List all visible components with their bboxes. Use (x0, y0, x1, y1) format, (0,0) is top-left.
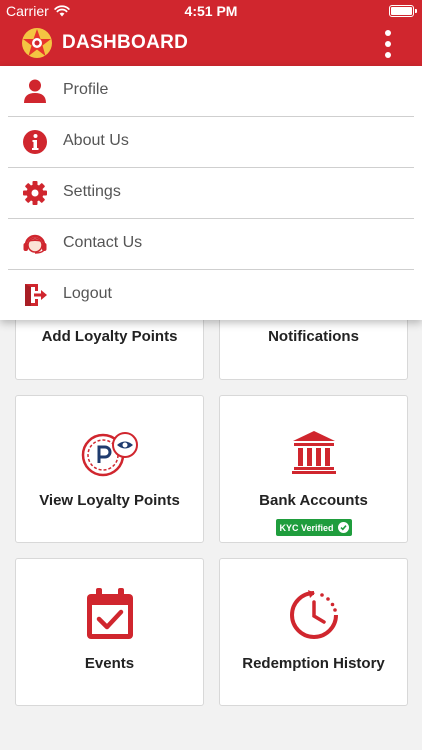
check-circle-icon (337, 522, 349, 533)
clock-history-icon (290, 590, 338, 639)
kyc-badge-label: KYC Verified (279, 522, 334, 533)
more-options-icon[interactable] (384, 30, 392, 58)
menu-item-label: About Us (63, 132, 129, 149)
kyc-verified-badge: KYC Verified (276, 519, 352, 536)
menu-item-label: Settings (63, 183, 121, 200)
card-label: Notifications (268, 328, 359, 345)
bank-accounts-card[interactable]: Bank Accounts KYC Verified (219, 395, 408, 543)
overflow-menu: Profile About Us Settings Contact Us Log… (0, 66, 422, 320)
status-bar: Carrier 4:51 PM (0, 0, 422, 22)
info-icon (23, 130, 47, 154)
menu-item-settings[interactable]: Settings (0, 168, 422, 219)
card-label: View Loyalty Points (39, 492, 180, 509)
status-time: 4:51 PM (184, 3, 238, 19)
logout-icon (25, 284, 47, 306)
menu-item-label: Logout (63, 285, 112, 302)
battery-icon (389, 5, 417, 17)
app-bar: DASHBOARD (0, 22, 422, 66)
user-icon (24, 79, 46, 103)
events-card[interactable]: Events (15, 558, 204, 706)
card-label: Events (84, 655, 135, 672)
headset-icon (23, 234, 47, 254)
card-label: Add Loyalty Points (41, 328, 178, 345)
redemption-history-card[interactable]: Redemption History (219, 558, 408, 706)
page-title: DASHBOARD (62, 32, 189, 53)
menu-item-label: Contact Us (63, 234, 143, 251)
menu-item-logout[interactable]: Logout (0, 270, 422, 321)
bank-icon (292, 431, 336, 474)
calendar-check-icon (87, 588, 133, 639)
menu-item-label: Profile (63, 81, 109, 98)
view-loyalty-points-card[interactable]: View Loyalty Points (15, 395, 204, 543)
app-logo-icon (22, 28, 52, 58)
menu-item-profile[interactable]: Profile (0, 66, 422, 117)
menu-item-contact-us[interactable]: Contact Us (0, 219, 422, 270)
card-label: Bank Accounts (259, 492, 368, 509)
gear-icon (23, 181, 47, 205)
menu-item-about-us[interactable]: About Us (0, 117, 422, 168)
loyalty-coin-eye-icon (81, 432, 138, 477)
card-label: Redemption History (242, 655, 385, 672)
